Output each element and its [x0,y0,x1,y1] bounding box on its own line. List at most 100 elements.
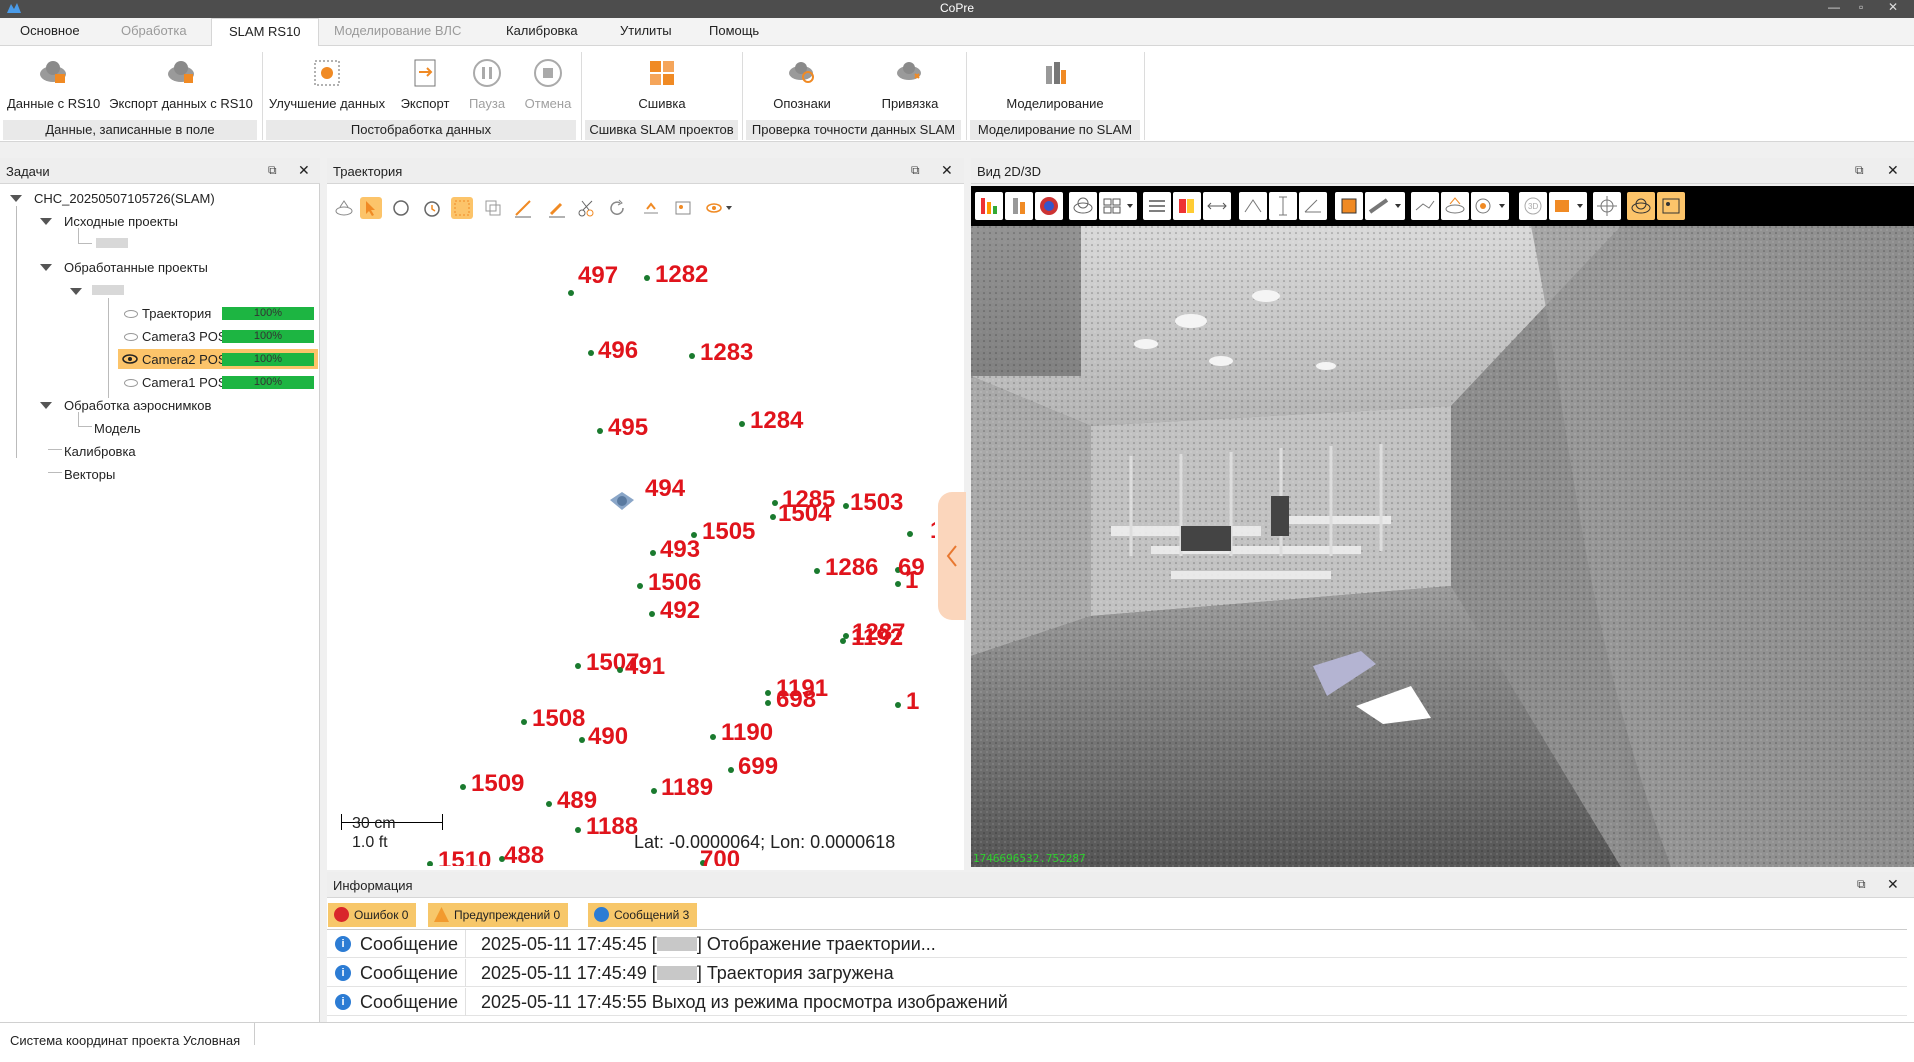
collapse-icon[interactable] [70,288,82,295]
time-icon[interactable] [421,197,443,219]
rotate-select-icon[interactable] [390,197,412,219]
collapse-icon[interactable] [40,264,52,271]
tree-item-trajectory[interactable]: Траектория [142,306,211,321]
minimize-button[interactable]: — [1828,0,1840,14]
rgb-color-icon[interactable] [1035,192,1063,220]
pause-button[interactable]: Пауза [465,56,509,111]
point-cloud-icon[interactable] [1069,192,1097,220]
distance-icon[interactable] [1203,192,1231,220]
angle-measure-icon[interactable] [1299,192,1327,220]
height-color-icon[interactable] [1005,192,1033,220]
redacted-processed-project[interactable] [92,285,124,295]
cloud-toggle-icon[interactable] [1627,192,1655,220]
tree-processed-projects[interactable]: Обработанные проекты [64,260,208,275]
pin-icon[interactable]: ⧉ [911,163,920,178]
tree-aerial-processing[interactable]: Обработка аэроснимков [64,398,211,413]
select-pointer-icon[interactable] [360,197,382,219]
stitch-button[interactable]: Сшивка [618,56,706,111]
classification-icon[interactable] [1173,192,1201,220]
progress-bar: 100% [222,353,314,366]
scissors-icon[interactable] [576,197,598,219]
close-window-button[interactable]: ✕ [1888,0,1898,14]
eye-hidden-icon[interactable] [124,379,138,387]
box-view-dropdown-icon[interactable] [1549,192,1587,220]
pin-icon[interactable]: ⧉ [268,163,277,178]
filter-settings-icon[interactable] [1143,192,1171,220]
image-pos-icon[interactable] [672,197,694,219]
camera-dropdown-icon[interactable] [1471,192,1509,220]
height-measure-icon[interactable] [1269,192,1297,220]
messages-filter[interactable]: Сообщений 3 [588,903,698,927]
measure-icon[interactable] [1239,192,1267,220]
3d-view-icon[interactable]: 3D [1519,192,1547,220]
redacted-source-project[interactable] [96,238,128,248]
crop-icon[interactable] [482,197,504,219]
crosshair-icon[interactable] [1593,192,1621,220]
tree-item-camera2[interactable]: Camera2 POS [142,352,227,367]
modeling-label: Моделирование [1006,96,1104,111]
tree-item-camera3[interactable]: Camera3 POS [142,329,227,344]
close-icon[interactable]: ✕ [1887,162,1899,179]
trajectory-canvas[interactable] [327,184,964,870]
refresh-icon[interactable] [606,197,628,219]
tab-main[interactable]: Основное [20,23,80,38]
cancel-button[interactable]: Отмена [523,56,573,111]
pin-icon[interactable]: ⧉ [1855,163,1864,178]
box-select-icon[interactable] [451,197,473,219]
rs10-data-button[interactable]: Данные с RS10 [7,56,100,111]
collapse-icon[interactable] [40,402,52,409]
view-layout-dropdown-icon[interactable] [1099,192,1137,220]
gcp-button[interactable]: Опознаки [758,56,846,111]
tab-help[interactable]: Помощь [709,23,759,38]
tab-power-line-modeling[interactable]: Моделирование ВЛС [334,23,461,38]
message-row[interactable]: i Сообщение 2025-05-11 17:45:49 [] Траек… [327,959,1907,987]
data-enhance-button[interactable]: Улучшение данных [268,56,386,111]
visibility-dropdown-icon[interactable] [704,197,734,219]
tab-slam-rs10[interactable]: SLAM RS10 [211,18,319,47]
collapse-icon[interactable] [10,195,22,202]
eye-visible-icon[interactable] [122,354,138,364]
crop-box-icon[interactable] [1335,192,1363,220]
tree-model[interactable]: Модель [94,421,141,436]
layer-icon[interactable] [333,197,355,219]
collapse-side-panel-button[interactable] [938,492,966,620]
eye-hidden-icon[interactable] [124,310,138,318]
tree-root-project[interactable]: CHC_20250507105726(SLAM) [34,191,215,206]
pin-icon[interactable]: ⧉ [1857,877,1866,892]
collapse-icon[interactable] [40,218,52,225]
message-row[interactable]: i Сообщение 2025-05-11 17:45:55 Выход из… [327,988,1907,1016]
rs10-export-button[interactable]: Экспорт данных с RS10 [108,56,254,111]
tree-item-camera1[interactable]: Camera1 POS [142,375,227,390]
tab-calibration[interactable]: Калибровка [506,23,578,38]
profile-icon[interactable] [1441,192,1469,220]
tree-vectors[interactable]: Векторы [64,467,115,482]
maximize-button[interactable]: ▫ [1859,0,1863,14]
close-icon[interactable]: ✕ [1887,876,1899,893]
georeference-button[interactable]: Привязка [866,56,954,111]
close-icon[interactable]: ✕ [941,162,953,179]
ribbon: Данные с RS10 Экспорт данных с RS10 Улуч… [0,46,1914,142]
tree-calibration[interactable]: Калибровка [64,444,136,459]
message-row[interactable]: i Сообщение 2025-05-11 17:45:45 [] Отобр… [327,930,1907,958]
color-scale-icon[interactable] [975,192,1003,220]
column-separator [465,930,466,958]
tab-processing[interactable]: Обработка [121,23,187,38]
tab-utilities[interactable]: Утилиты [620,23,672,38]
warnings-filter[interactable]: Предупреждений 0 [428,903,569,927]
eye-hidden-icon[interactable] [124,333,138,341]
point-cloud-3d-view[interactable]: 1746696532.752287 [971,226,1914,867]
tree-source-projects[interactable]: Исходные проекты [64,214,178,229]
brush-icon[interactable] [546,197,568,219]
import-trajectory-icon[interactable] [640,197,662,219]
polyline-icon[interactable] [1411,192,1439,220]
modeling-button[interactable]: Моделирование [998,56,1112,111]
close-icon[interactable]: ✕ [298,162,310,179]
ruler-dropdown-icon[interactable] [1365,192,1405,220]
export-button[interactable]: Экспорт [396,56,454,111]
errors-filter[interactable]: Ошибок 0 [328,903,417,927]
message-type: Сообщение [360,992,458,1012]
camera-position-icon[interactable] [608,488,636,512]
image-overlay-icon[interactable] [1657,192,1685,220]
edit-line-icon[interactable] [512,197,534,219]
ribbon-separator [1144,52,1145,140]
